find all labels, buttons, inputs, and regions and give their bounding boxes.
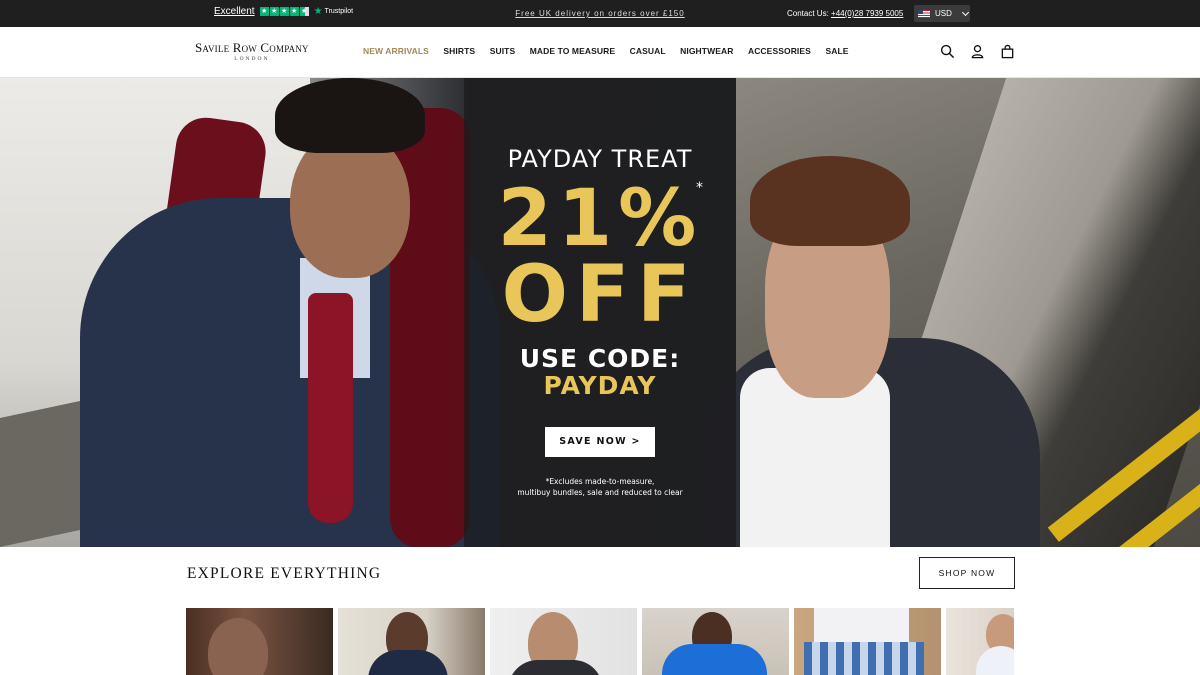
hero-disclaimer-line: multibuy bundles, sale and reduced to cl… <box>517 488 683 497</box>
hero-code-label: USE CODE: <box>519 344 681 373</box>
us-flag-icon <box>918 9 930 18</box>
nav-item-suits[interactable]: SUITS <box>490 46 516 56</box>
header-icons <box>940 44 1015 59</box>
hero-model-right-hair <box>750 156 910 246</box>
hero-copy: PAYDAY TREAT 21% * OFF USE CODE: PAYDAY … <box>464 78 736 547</box>
nav-item-sale[interactable]: SALE <box>825 46 848 56</box>
save-now-button[interactable]: SAVE NOW > <box>545 427 655 457</box>
hero-promo-code: PAYDAY <box>543 371 657 400</box>
tile-model-image <box>368 650 448 675</box>
hero-model-left-hair <box>275 78 425 153</box>
category-carousel <box>186 608 1014 675</box>
nav-item-made-to-measure[interactable]: MADE TO MEASURE <box>530 46 615 56</box>
hero-headline: PAYDAY TREAT <box>507 145 693 173</box>
tile-model-image <box>804 642 924 675</box>
shop-now-button[interactable]: SHOP NOW <box>919 557 1015 589</box>
logo-wordmark: Savile Row Company <box>195 40 309 55</box>
main-nav: NEW ARRIVALS SHIRTS SUITS MADE TO MEASUR… <box>363 46 863 56</box>
nav-item-casual[interactable]: CASUAL <box>630 46 666 56</box>
tile-model-image <box>662 644 767 675</box>
search-icon[interactable] <box>940 44 955 59</box>
delivery-promo-link[interactable]: Free UK delivery on orders over £150 <box>515 9 684 18</box>
nav-item-nightwear[interactable]: NIGHTWEAR <box>680 46 733 56</box>
explore-heading: EXPLORE EVERYTHING <box>187 565 382 582</box>
hero-disclaimer: *Excludes made-to-measure, multibuy bund… <box>464 476 736 498</box>
hero-banner[interactable]: PAYDAY TREAT 21% * OFF USE CODE: PAYDAY … <box>0 78 1200 547</box>
contact-phone-link[interactable]: +44(0)28 7939 5005 <box>831 9 903 18</box>
hero-model-left-tie <box>308 293 353 523</box>
nav-item-new-arrivals[interactable]: NEW ARRIVALS <box>363 46 429 56</box>
category-tile[interactable] <box>642 608 789 675</box>
currency-value: USD <box>935 9 952 18</box>
contact-label: Contact Us: <box>787 9 829 18</box>
category-tile[interactable] <box>794 608 941 675</box>
hero-asterisk: * <box>696 180 703 196</box>
category-tile[interactable] <box>490 608 637 675</box>
site-logo[interactable]: Savile Row Company LONDON <box>195 41 309 63</box>
category-tile[interactable] <box>338 608 485 675</box>
hero-discount-off: OFF <box>501 250 699 340</box>
category-tile[interactable] <box>946 608 1014 675</box>
tile-model-image <box>976 646 1014 675</box>
tile-model-image <box>208 618 268 675</box>
top-bar: Excellent ★ ★ ★ ★ ★ ★ Trustpilot Free UK… <box>0 0 1200 27</box>
tile-model-image <box>508 660 603 675</box>
currency-selector[interactable]: USD <box>914 5 970 22</box>
bag-icon[interactable] <box>1000 44 1015 59</box>
nav-item-shirts[interactable]: SHIRTS <box>443 46 475 56</box>
contact-info: Contact Us: +44(0)28 7939 5005 <box>787 9 903 18</box>
account-icon[interactable] <box>970 44 985 59</box>
delivery-promo: Free UK delivery on orders over £150 <box>0 9 1200 18</box>
category-tile[interactable] <box>186 608 333 675</box>
chevron-down-icon <box>961 8 969 16</box>
hero-disclaimer-line: *Excludes made-to-measure, <box>545 477 655 486</box>
logo-subtitle: LONDON <box>234 56 270 62</box>
nav-item-accessories[interactable]: ACCESSORIES <box>748 46 811 56</box>
main-header: Savile Row Company LONDON NEW ARRIVALS S… <box>0 27 1200 78</box>
